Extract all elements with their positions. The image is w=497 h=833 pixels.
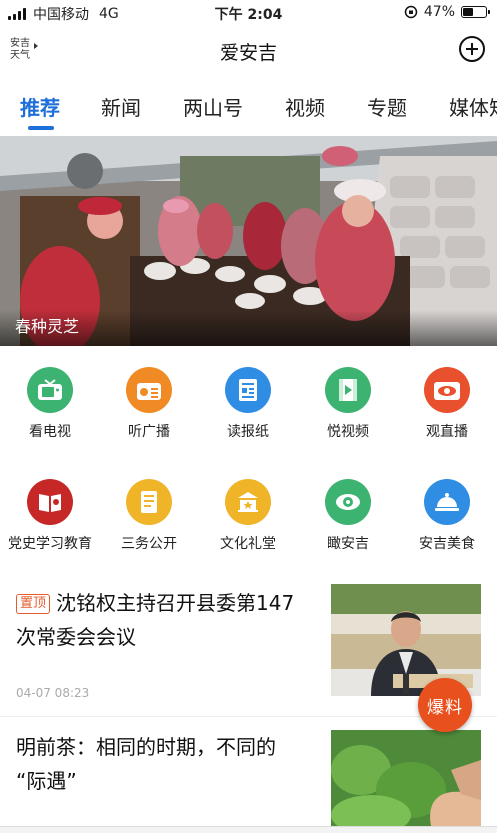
news-title-line1: 沈铭权主持召开县委第147 (56, 591, 295, 615)
shortcut-party-history[interactable]: 党史学习教育 (0, 479, 100, 553)
video-icon (325, 367, 371, 413)
news-title-line2: “际遇” (16, 769, 77, 793)
shortcut-label: 读报纸 (227, 424, 269, 440)
hero-banner[interactable]: 春种灵芝 (0, 136, 497, 346)
hall-icon (225, 479, 271, 525)
news-thumbnail (331, 730, 481, 826)
news-title-line1: 明前茶：相同的时期，不同的 (16, 735, 276, 759)
page-title: 爱安吉 (219, 42, 277, 64)
add-button[interactable] (459, 36, 485, 62)
battery-percent: 47% (423, 4, 455, 20)
channel-tabs: 推荐 新闻 两山号 视频 专题 媒体矩 (0, 82, 497, 134)
news-title: 明前茶：相同的时期，不同的 “际遇” (16, 730, 276, 798)
shortcut-label: 瞰安吉 (327, 536, 369, 552)
tab-video[interactable]: 视频 (285, 92, 325, 121)
lens-icon (325, 479, 371, 525)
news-title-line2: 次常委会会议 (16, 625, 136, 649)
shortcut-video[interactable]: 悦视频 (298, 367, 398, 441)
report-news-button[interactable]: 爆料 (418, 678, 472, 732)
bottom-tab-bar-edge (0, 826, 497, 833)
battery-icon (461, 6, 490, 18)
food-cover-icon (424, 479, 470, 525)
news-title: 置顶 沈铭权主持召开县委第147 次常委会会议 (16, 586, 294, 654)
news-time: 04-07 08:23 (16, 686, 90, 700)
radio-icon (126, 367, 172, 413)
eye-icon (424, 367, 470, 413)
news-thumbnail (331, 584, 481, 696)
tab-special[interactable]: 专题 (367, 92, 407, 121)
shortcut-live[interactable]: 观直播 (397, 367, 497, 441)
shortcut-food[interactable]: 安吉美食 (397, 479, 497, 553)
shortcut-label: 三务公开 (121, 536, 177, 552)
shortcut-view-anji[interactable]: 瞰安吉 (298, 479, 398, 553)
document-icon (126, 479, 172, 525)
shortcut-radio[interactable]: 听广播 (99, 367, 199, 441)
shortcut-label: 听广播 (128, 424, 170, 440)
tv-icon (27, 367, 73, 413)
tab-media[interactable]: 媒体矩 (449, 92, 497, 121)
news-item[interactable]: 明前茶：相同的时期，不同的 “际遇” (0, 718, 497, 826)
status-bar: 中国移动 4G 下午 2:04 47% (0, 0, 497, 26)
tab-news[interactable]: 新闻 (101, 92, 141, 121)
tab-liangshan[interactable]: 两山号 (183, 92, 243, 121)
banner-caption: 春种灵芝 (15, 317, 80, 336)
pinned-badge: 置顶 (16, 594, 51, 614)
shortcut-culture-hall[interactable]: 文化礼堂 (198, 479, 298, 553)
app-header: 安吉 天气 爱安吉 (0, 28, 497, 74)
tab-recommend[interactable]: 推荐 (20, 92, 60, 121)
shortcut-label: 看电视 (29, 424, 71, 440)
shortcut-tv[interactable]: 看电视 (0, 367, 100, 441)
active-tab-indicator (28, 126, 54, 130)
shortcut-label: 悦视频 (327, 424, 369, 440)
shortcut-affairs[interactable]: 三务公开 (99, 479, 199, 553)
shortcut-newspaper[interactable]: 读报纸 (198, 367, 298, 441)
orientation-lock-icon (404, 5, 418, 19)
newspaper-icon (225, 367, 271, 413)
shortcut-label: 观直播 (426, 424, 468, 440)
shortcut-label: 文化礼堂 (220, 536, 276, 552)
shortcut-label: 党史学习教育 (8, 536, 92, 552)
shortcut-label: 安吉美食 (419, 536, 475, 552)
book-icon (27, 479, 73, 525)
